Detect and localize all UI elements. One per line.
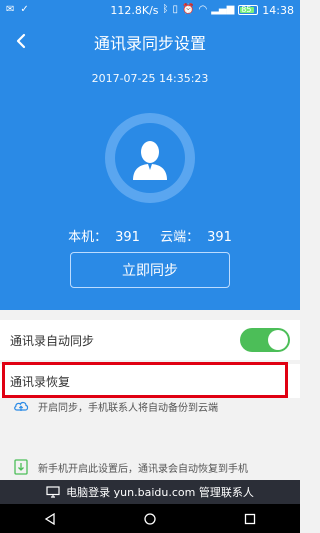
auto-sync-label: 通讯录自动同步 [10, 333, 95, 348]
pc-login-bar[interactable]: 电脑登录 yun.baidu.com 管理联系人 [0, 480, 300, 504]
nav-recents-button[interactable] [235, 504, 265, 533]
chevron-left-icon [16, 33, 26, 49]
info-restore: 新手机开启此设置后，通讯录会自动恢复到手机 [0, 456, 300, 478]
top-bar: 通讯录同步设置 [0, 20, 300, 64]
info-line-2: 新手机开启此设置后，通讯录会自动恢复到手机 [38, 463, 248, 475]
cloud-count: 云端： 391 [160, 230, 232, 245]
square-recents-icon [244, 513, 256, 524]
user-icon [133, 141, 167, 180]
nav-home-button[interactable] [135, 504, 165, 533]
wifi-icon: ◠ [198, 4, 208, 15]
alarm-icon: ⏰ [182, 4, 195, 15]
nav-back-button[interactable] [35, 504, 65, 533]
bluetooth-icon: ᛒ [162, 4, 169, 15]
info-line-1: 开启同步，手机联系人将自动备份到云端 [38, 402, 218, 414]
page-title: 通讯录同步设置 [93, 34, 206, 53]
notification-check-icon: ✓ [20, 4, 29, 15]
vibrate-icon: ▯ [172, 4, 179, 15]
notification-icon: ✉ [6, 4, 15, 15]
system-nav-bar [0, 504, 300, 533]
auto-sync-row: 通讯录自动同步 [0, 320, 300, 360]
download-icon [12, 458, 30, 476]
network-speed: 112.8K/s [110, 3, 159, 17]
last-sync-time: 2017-07-25 14:35:23 [91, 72, 209, 85]
header-panel: 通讯录同步设置 2017-07-25 14:35:23 本机： 391 云端： 39… [0, 20, 300, 310]
contact-counts: 本机： 391 云端： 391 [0, 226, 300, 245]
circle-home-icon [144, 512, 156, 525]
triangle-back-icon [44, 512, 55, 525]
auto-sync-toggle[interactable] [240, 328, 290, 352]
contact-restore-row[interactable]: 通讯录恢复 [0, 364, 300, 398]
cloud-upload-icon [12, 397, 30, 415]
battery-icon: 85 [238, 5, 259, 15]
info-cloud-backup: 开启同步，手机联系人将自动备份到云端 [0, 396, 300, 416]
pc-login-text: 电脑登录 yun.baidu.com 管理联系人 [66, 486, 254, 499]
contact-restore-label: 通讯录恢复 [10, 374, 71, 389]
battery-level: 85 [241, 5, 252, 14]
monitor-icon [46, 486, 60, 498]
sync-now-button[interactable]: 立即同步 [70, 252, 230, 288]
avatar [105, 113, 195, 203]
back-button[interactable] [6, 26, 36, 56]
signal-icon: ▂▄▆ [211, 4, 235, 15]
local-count: 本机： 391 [68, 230, 140, 245]
clock: 14:38 [262, 3, 294, 17]
status-bar: ✉ ✓ 112.8K/s ᛒ ▯ ⏰ ◠ ▂▄▆ 85 14:38 [0, 0, 300, 20]
